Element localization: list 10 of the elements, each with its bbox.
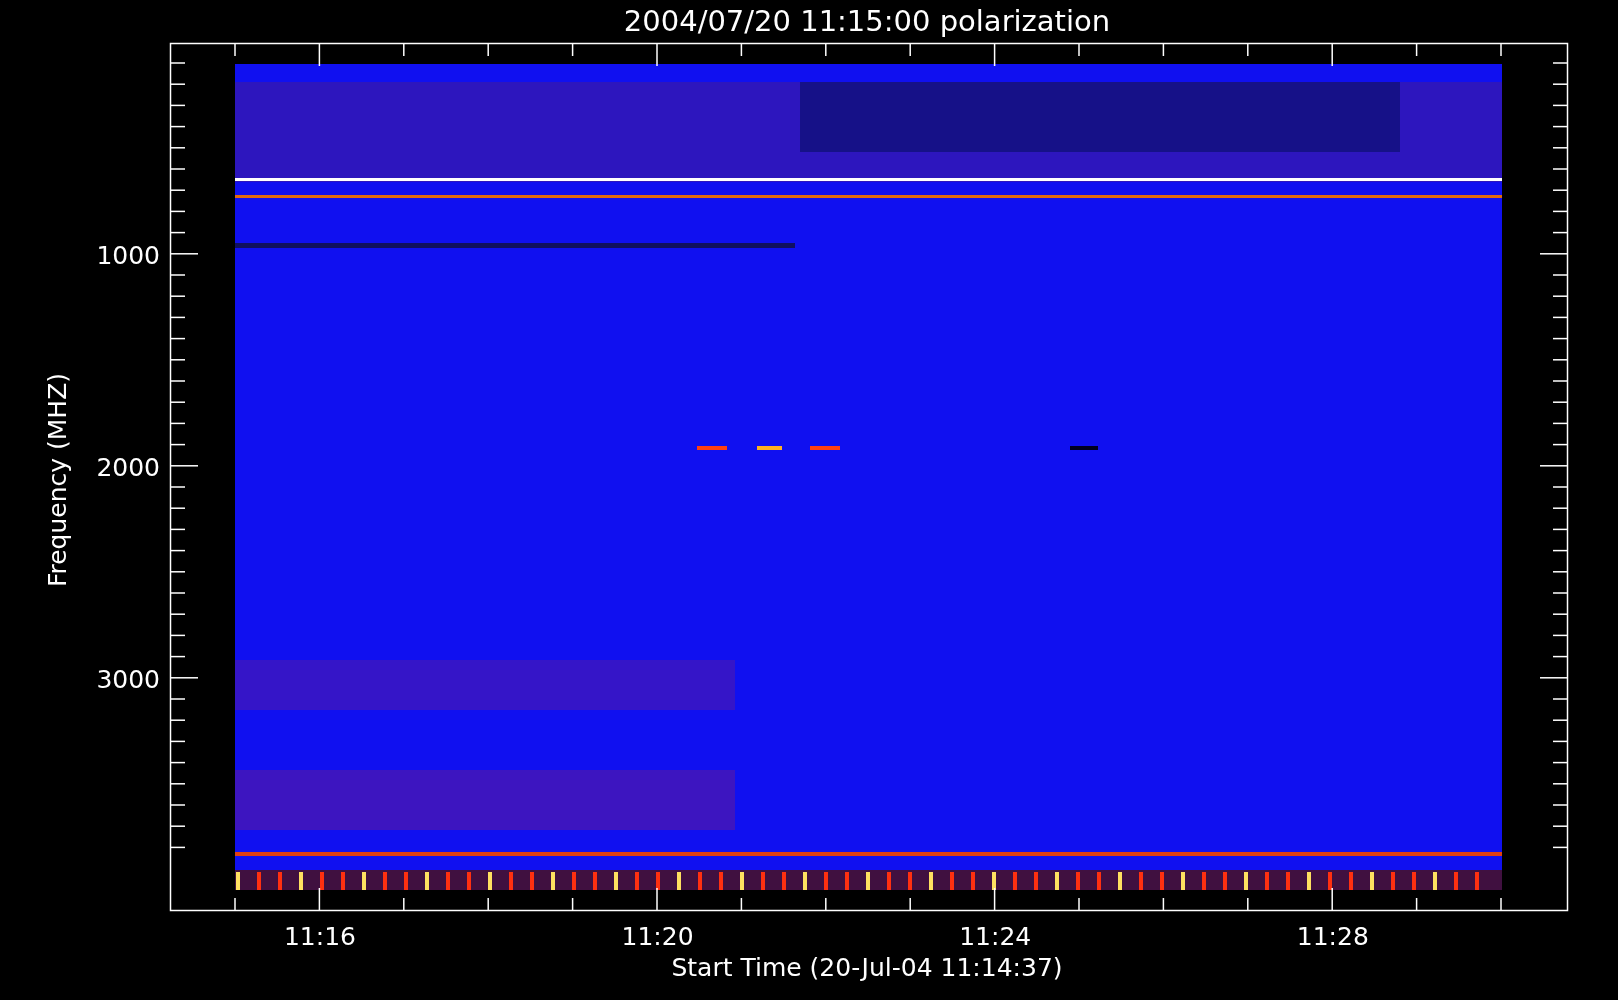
tick-label: 11:24 bbox=[959, 922, 1032, 951]
tick-label: 11:20 bbox=[621, 922, 694, 951]
tick-label: 2000 bbox=[96, 453, 160, 482]
tick-label: 11:28 bbox=[1296, 922, 1369, 951]
axis-label: Frequency (MHZ) bbox=[43, 372, 72, 588]
tick-label: 11:16 bbox=[284, 922, 356, 951]
plot-title: 2004/07/20 11:15:00 polarization bbox=[623, 4, 1111, 38]
axis-label: Start Time (20-Jul-04 11:14:37) bbox=[671, 953, 1063, 982]
tick-label: 3000 bbox=[96, 665, 160, 694]
tick-label: 1000 bbox=[96, 241, 160, 270]
